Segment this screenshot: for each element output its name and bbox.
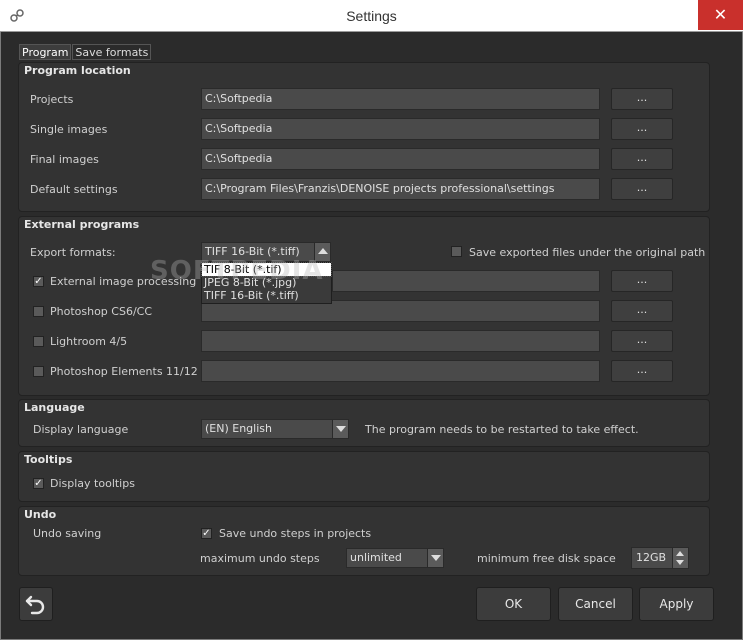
window-title: Settings bbox=[346, 8, 397, 24]
display-language-select[interactable]: (EN) English bbox=[201, 419, 349, 439]
close-button[interactable]: ✕ bbox=[698, 0, 743, 30]
display-tooltips-label: Display tooltips bbox=[50, 477, 135, 490]
stepper-up-icon[interactable] bbox=[676, 551, 684, 556]
min-disk-space-value: 12GB bbox=[636, 551, 667, 564]
lightroom-label: Lightroom 4/5 bbox=[50, 335, 128, 348]
chevron-down-icon bbox=[427, 549, 443, 567]
single-images-label: Single images bbox=[30, 123, 108, 136]
title-bar: Settings ✕ bbox=[0, 0, 743, 32]
photoshop-cs6-label: Photoshop CS6/CC bbox=[50, 305, 153, 318]
section-title-language: Language bbox=[24, 401, 85, 414]
export-option-tiff16[interactable]: TIFF 16-Bit (*.tiff) bbox=[202, 289, 331, 302]
lightroom-browse-button[interactable]: ... bbox=[611, 330, 673, 352]
tab-bar: Program Save formats bbox=[19, 44, 152, 60]
single-images-browse-button[interactable]: ... bbox=[611, 118, 673, 140]
single-images-path-field[interactable]: C:\Softpedia bbox=[201, 118, 600, 140]
lightroom-checkbox[interactable] bbox=[33, 336, 44, 347]
max-undo-steps-label: maximum undo steps bbox=[200, 552, 320, 565]
save-undo-steps-label: Save undo steps in projects bbox=[219, 527, 372, 540]
final-images-label: Final images bbox=[30, 153, 99, 166]
softpedia-watermark: SOFTPEDIA bbox=[150, 256, 324, 286]
undo-arrow-icon bbox=[25, 595, 45, 615]
external-image-processing-browse-button[interactable]: ... bbox=[611, 270, 673, 292]
lightroom-field[interactable] bbox=[201, 330, 600, 352]
photoshop-elements-field[interactable] bbox=[201, 360, 600, 382]
projects-path-field[interactable]: C:\Softpedia bbox=[201, 88, 600, 110]
photoshop-elements-browse-button[interactable]: ... bbox=[611, 360, 673, 382]
save-original-path-checkbox[interactable] bbox=[451, 246, 462, 257]
final-images-path-field[interactable]: C:\Softpedia bbox=[201, 148, 600, 170]
max-undo-steps-select[interactable]: unlimited bbox=[346, 548, 444, 568]
external-image-processing-checkbox[interactable]: ✓ bbox=[33, 276, 44, 287]
final-images-browse-button[interactable]: ... bbox=[611, 148, 673, 170]
default-settings-label: Default settings bbox=[30, 183, 118, 196]
external-image-processing-field[interactable] bbox=[332, 270, 600, 292]
default-settings-path-field[interactable]: C:\Program Files\Franzis\DENOISE project… bbox=[201, 178, 600, 200]
stepper-buttons[interactable] bbox=[672, 548, 688, 568]
photoshop-elements-checkbox[interactable] bbox=[33, 366, 44, 377]
section-title-undo: Undo bbox=[24, 508, 57, 521]
export-formats-label: Export formats: bbox=[30, 246, 116, 259]
photoshop-cs6-checkbox[interactable] bbox=[33, 306, 44, 317]
ok-button[interactable]: OK bbox=[476, 587, 551, 621]
save-original-path-label: Save exported files under the original p… bbox=[469, 246, 706, 259]
default-settings-browse-button[interactable]: ... bbox=[611, 178, 673, 200]
stepper-down-icon[interactable] bbox=[676, 560, 684, 565]
min-disk-space-stepper[interactable]: 12GB bbox=[631, 547, 689, 569]
display-language-value: (EN) English bbox=[205, 422, 272, 435]
apply-button[interactable]: Apply bbox=[639, 587, 714, 621]
display-tooltips-checkbox[interactable]: ✓ bbox=[33, 478, 44, 489]
photoshop-cs6-browse-button[interactable]: ... bbox=[611, 300, 673, 322]
tab-save-formats[interactable]: Save formats bbox=[72, 44, 152, 60]
section-title-external-programs: External programs bbox=[24, 218, 140, 231]
display-language-label: Display language bbox=[33, 423, 129, 436]
cancel-button[interactable]: Cancel bbox=[558, 587, 633, 621]
close-icon: ✕ bbox=[713, 5, 728, 24]
tab-program[interactable]: Program bbox=[19, 44, 72, 60]
photoshop-elements-label: Photoshop Elements 11/12 bbox=[50, 365, 198, 378]
projects-label: Projects bbox=[30, 93, 74, 106]
language-restart-note: The program needs to be restarted to tak… bbox=[365, 423, 639, 436]
reset-button[interactable] bbox=[19, 587, 53, 621]
section-title-program-location: Program location bbox=[24, 64, 131, 77]
chevron-down-icon bbox=[332, 420, 348, 438]
max-undo-steps-value: unlimited bbox=[350, 551, 402, 564]
section-title-tooltips: Tooltips bbox=[24, 453, 73, 466]
projects-browse-button[interactable]: ... bbox=[611, 88, 673, 110]
min-disk-space-label: minimum free disk space bbox=[477, 552, 616, 565]
undo-saving-label: Undo saving bbox=[33, 527, 102, 540]
save-undo-steps-checkbox[interactable]: ✓ bbox=[201, 528, 212, 539]
